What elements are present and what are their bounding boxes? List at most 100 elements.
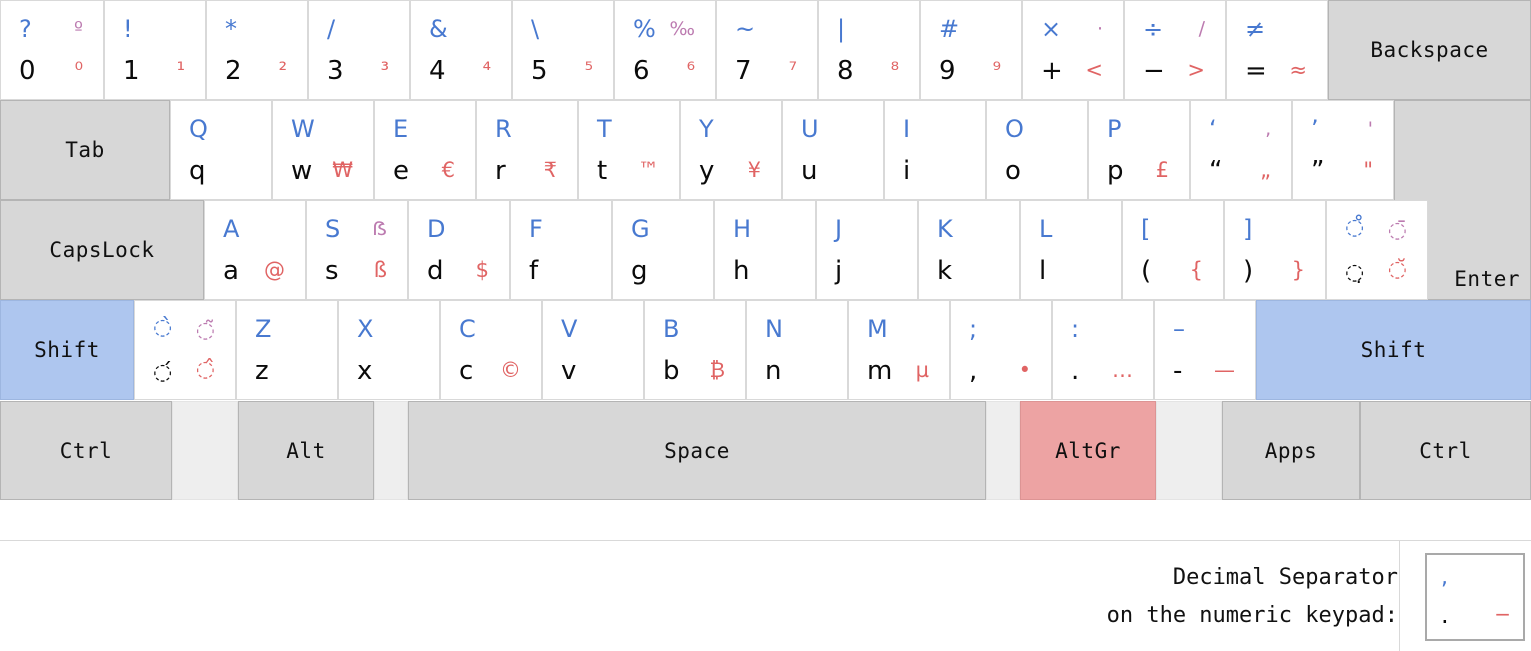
key-s[interactable]: S ẞs ß — [306, 200, 408, 300]
key-legends: ’ ' ” " — [1293, 101, 1393, 199]
legend-base: t — [597, 156, 608, 186]
legend-shift: J — [835, 215, 843, 243]
legend-base: v — [561, 356, 577, 386]
key-ctrl-right[interactable]: Ctrl — [1360, 401, 1531, 500]
key-e[interactable]: Ee € — [374, 100, 476, 200]
legend-shift: H — [733, 215, 752, 243]
legend-base: 1 — [123, 56, 140, 86]
key-2[interactable]: * 2 ² — [206, 0, 308, 100]
key-z[interactable]: Zz — [236, 300, 338, 400]
key-period[interactable]: :.… — [1052, 300, 1154, 400]
legend-base: ” — [1311, 156, 1325, 186]
key-legends: S ẞs ß — [307, 201, 407, 299]
key-bracketleft[interactable]: ‘ ‚ “ „ — [1190, 100, 1292, 200]
key-legends: Ii — [885, 101, 985, 199]
key-parenleft[interactable]: [ ( { — [1122, 200, 1224, 300]
key-0[interactable]: ? º 0 ⁰ — [0, 0, 104, 100]
key-m[interactable]: Mmµ — [848, 300, 950, 400]
key-apps[interactable]: Apps — [1222, 401, 1360, 500]
key-4[interactable]: & 4 ⁴ — [410, 0, 512, 100]
legend-base: e — [393, 156, 409, 186]
key-space[interactable]: Space — [408, 401, 986, 500]
key-y[interactable]: Yy ¥ — [680, 100, 782, 200]
key-alt-left[interactable]: Alt — [238, 401, 374, 500]
spacer-right-1 — [986, 401, 1020, 500]
legend-base: − — [1143, 56, 1165, 86]
legend-shift: ? — [19, 15, 32, 43]
key-legends: * 2 ² — [207, 1, 307, 99]
key-q[interactable]: Qq — [170, 100, 272, 200]
key-o[interactable]: Oo — [986, 100, 1088, 200]
key-1[interactable]: ! 1 ¹ — [104, 0, 206, 100]
legend-shift: [ — [1141, 215, 1151, 243]
key-h[interactable]: Hh — [714, 200, 816, 300]
legend-shift: Y — [699, 115, 714, 143]
key-shift-left[interactable]: Shift — [0, 300, 134, 400]
legend-base: x — [357, 356, 373, 386]
legend-altgr: } — [1291, 258, 1305, 282]
key-dead-ring[interactable]: ◌̊ ◌̄ ◌̣ ◌̆ — [1326, 200, 1428, 300]
key-capslock[interactable]: CapsLock — [0, 200, 204, 300]
key-u[interactable]: Uu — [782, 100, 884, 200]
legend-altgr: { — [1189, 258, 1203, 282]
legend-altgr-shift: ' — [1367, 118, 1373, 140]
legend-shift: K — [937, 215, 953, 243]
key-p[interactable]: Pp £ — [1088, 100, 1190, 200]
legend-base: ( — [1141, 256, 1152, 286]
key-i[interactable]: Ii — [884, 100, 986, 200]
key-legends: Ee € — [375, 101, 475, 199]
key-j[interactable]: Jj — [816, 200, 918, 300]
key-minus[interactable]: ÷ ∕ − > — [1124, 0, 1226, 100]
key-altgr[interactable]: AltGr — [1020, 401, 1156, 500]
key-legends: | 8 ⁸ — [819, 1, 919, 99]
key-shift-left-label: Shift — [34, 338, 100, 362]
key-dash[interactable]: – - — — [1154, 300, 1256, 400]
key-5[interactable]: \ 5 ⁵ — [512, 0, 614, 100]
legend-base: z — [255, 356, 269, 386]
key-legends: ])} — [1225, 201, 1325, 299]
key-parenright[interactable]: ])} — [1224, 200, 1326, 300]
key-9[interactable]: #9 ⁹ — [920, 0, 1022, 100]
key-equal[interactable]: ≠ = ≈ — [1226, 0, 1328, 100]
key-v[interactable]: Vv — [542, 300, 644, 400]
decimal-separator-key[interactable]: ,. − — [1425, 553, 1525, 641]
key-l[interactable]: Ll — [1020, 200, 1122, 300]
legend-altgr: ◌̆ — [1387, 257, 1407, 282]
key-x[interactable]: Xx — [338, 300, 440, 400]
legend-altgr: < — [1085, 58, 1103, 82]
key-w[interactable]: Ww ₩ — [272, 100, 374, 200]
key-legends: Jj — [817, 201, 917, 299]
key-7[interactable]: ~7 ⁷ — [716, 0, 818, 100]
key-legends: Dd $ — [409, 201, 509, 299]
key-comma[interactable]: ;, • — [950, 300, 1052, 400]
key-backspace[interactable]: Backspace — [1328, 0, 1531, 100]
legend-altgr: > — [1187, 58, 1205, 82]
key-tab[interactable]: Tab — [0, 100, 170, 200]
legend-altgr: ≈ — [1289, 58, 1307, 82]
key-g[interactable]: Gg — [612, 200, 714, 300]
key-r[interactable]: Rr ₹ — [476, 100, 578, 200]
key-8[interactable]: | 8 ⁸ — [818, 0, 920, 100]
key-n[interactable]: Nn — [746, 300, 848, 400]
key-c[interactable]: Cc © — [440, 300, 542, 400]
key-dead-grave[interactable]: ◌̀ ◌̃ ◌́ ◌̂ — [134, 300, 236, 400]
key-a[interactable]: Aa @ — [204, 200, 306, 300]
key-d[interactable]: Dd $ — [408, 200, 510, 300]
legend-base: q — [189, 156, 206, 186]
key-ctrl-left[interactable]: Ctrl — [0, 401, 172, 500]
key-b[interactable]: Bb ₿ — [644, 300, 746, 400]
legend-altgr-shift: ◌̄ — [1387, 218, 1407, 243]
key-bracketright[interactable]: ’ ' ” " — [1292, 100, 1394, 200]
key-legends: – - — — [1155, 301, 1255, 399]
key-6[interactable]: % ‰ 6 ⁶ — [614, 0, 716, 100]
legend-altgr-shift: ‚ — [1264, 118, 1271, 140]
legend-base: “ — [1209, 156, 1223, 186]
key-legends: Uu — [783, 101, 883, 199]
key-3[interactable]: / 3 ³ — [308, 0, 410, 100]
key-t[interactable]: Tt ™ — [578, 100, 680, 200]
key-shift-right[interactable]: Shift — [1256, 300, 1531, 400]
key-plus[interactable]: × ⋅ + < — [1022, 0, 1124, 100]
key-f[interactable]: Ff — [510, 200, 612, 300]
key-k[interactable]: Kk — [918, 200, 1020, 300]
legend-base: 9 — [939, 56, 956, 86]
